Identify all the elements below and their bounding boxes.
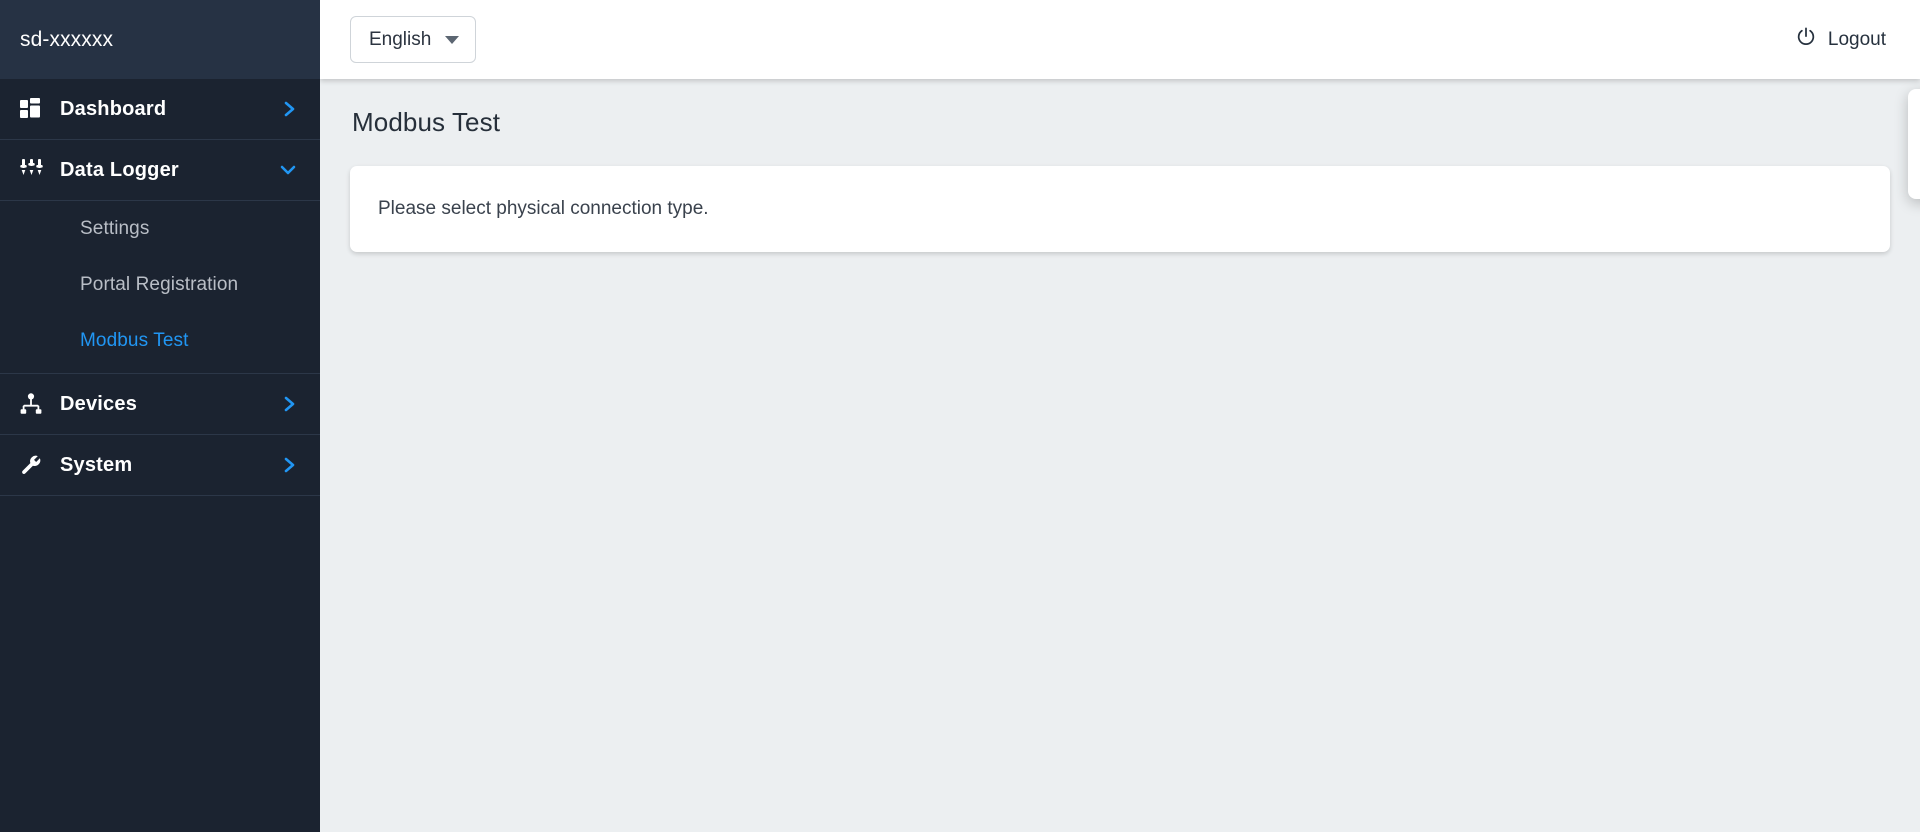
dashboard-grid-icon [20,98,50,120]
sidebar-item-label: Devices [60,392,138,415]
sidebar-subitem-label: Settings [80,218,150,239]
sidebar: sd-xxxxxx Dashboard Data Logger Settings… [0,0,320,832]
sidebar-subitem-label: Portal Registration [80,274,239,295]
sidebar-subitem-portal-registration[interactable]: Portal Registration [0,257,320,313]
dropdown-item-modbus-rtu[interactable]: Modbus RTU [1908,99,1920,144]
sidebar-subitem-label: Modbus Test [80,330,189,351]
chevron-right-icon[interactable] [282,98,298,120]
sidebar-submenu-data-logger: Settings Portal Registration Modbus Test [0,201,320,374]
sidebar-item-label: System [60,453,133,476]
sidebar-header: sd-xxxxxx [0,0,320,79]
page-title: Modbus Test [352,107,501,137]
brand-label: sd-xxxxxx [20,27,114,51]
sidebar-item-data-logger[interactable]: Data Logger [0,140,320,201]
chevron-right-icon[interactable] [282,393,298,415]
chevron-right-icon[interactable] [282,454,298,476]
sidebar-item-system[interactable]: System [0,435,320,496]
sidebar-subitem-modbus-test[interactable]: Modbus Test [0,313,320,369]
main-area: English Logout Modbus Test Please select… [320,0,1920,832]
dropdown-item-modbus-tcp[interactable]: Modbus TCP [1908,144,1920,189]
sidebar-item-devices[interactable]: Devices [0,374,320,435]
sliders-icon [20,159,50,181]
content-area: Modbus Test Please select physical conne… [320,79,1920,832]
logout-button[interactable]: Logout [1791,20,1890,60]
sidebar-item-label: Dashboard [60,97,167,120]
sidebar-item-label: Data Logger [60,158,179,181]
power-icon [1795,26,1817,54]
language-select[interactable]: English [350,16,477,63]
chevron-down-icon[interactable] [278,160,298,180]
sidebar-subitem-settings[interactable]: Settings [0,201,320,257]
sidebar-nav: Dashboard Data Logger Settings Portal Re… [0,79,320,496]
language-select-value: English [369,28,432,50]
chevron-down-icon [445,35,460,44]
topbar: English Logout [320,0,1920,79]
wrench-icon [20,454,50,476]
card-message: Please select physical connection type. [378,198,709,219]
device-hierarchy-icon [20,393,50,415]
connection-type-card: Please select physical connection type. [350,166,1890,252]
connection-type-dropdown: Modbus RTU Modbus TCP [1908,89,1920,199]
sidebar-item-dashboard[interactable]: Dashboard [0,79,320,140]
logout-label: Logout [1827,28,1886,50]
app-root: sd-xxxxxx Dashboard Data Logger Settings… [0,0,1920,832]
